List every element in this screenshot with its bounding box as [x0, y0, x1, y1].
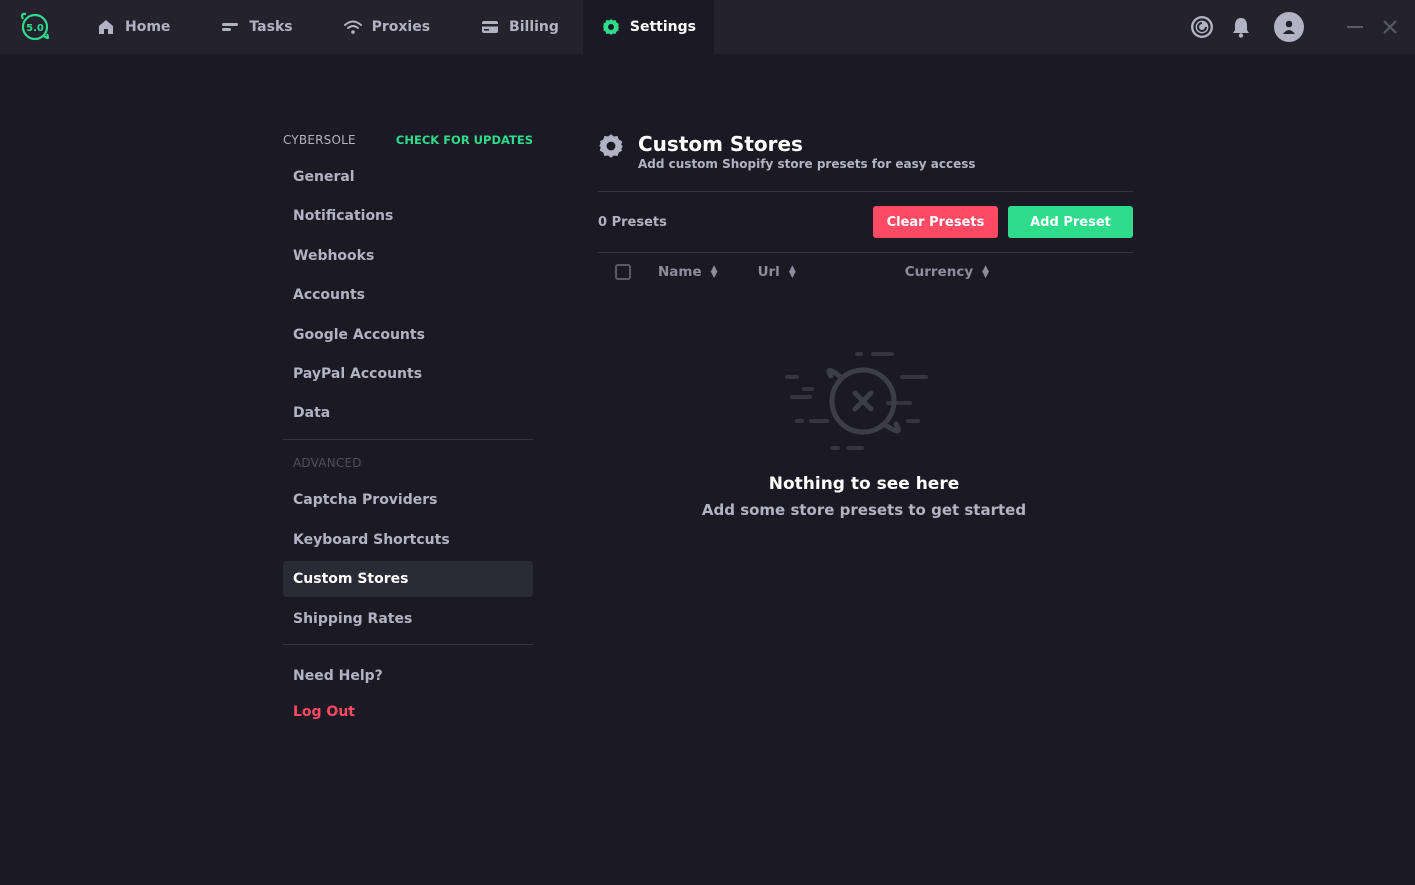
page-title: Custom Stores [638, 132, 803, 156]
sidebar-item-webhooks[interactable]: Webhooks [283, 238, 533, 274]
sidebar-item-notifications[interactable]: Notifications [283, 198, 533, 234]
sidebar-item-captcha-providers[interactable]: Captcha Providers [283, 482, 533, 518]
close-icon[interactable] [1381, 18, 1399, 36]
empty-planet-icon [785, 352, 928, 450]
select-all-checkbox[interactable] [615, 264, 631, 280]
nav-billing-label: Billing [509, 19, 559, 35]
settings-sidebar: CYBERSOLE CHECK FOR UPDATES General Noti… [283, 128, 533, 733]
sort-icon: ▲ ▼ [710, 264, 718, 280]
sidebar-item-keyboard-shortcuts[interactable]: Keyboard Shortcuts [283, 522, 533, 558]
column-label-url: Url [757, 264, 780, 280]
column-header-currency[interactable]: Currency ▲ ▼ [905, 264, 989, 280]
sidebar-divider [283, 439, 533, 441]
check-for-updates-link[interactable]: CHECK FOR UPDATES [396, 133, 533, 147]
logout-link[interactable]: Log Out [283, 694, 533, 730]
main-nav: Home Tasks Proxies Billing Settings [70, 0, 714, 54]
card-icon [482, 21, 499, 33]
column-label-currency: Currency [904, 264, 974, 280]
sidebar-item-google-accounts[interactable]: Google Accounts [283, 317, 533, 353]
section-title-cybersole: CYBERSOLE [283, 133, 356, 147]
gear-icon [602, 19, 619, 35]
presets-toolbar: 0 Presets Clear Presets Add Preset [598, 191, 1133, 253]
window-controls [1190, 0, 1415, 54]
sidebar-item-need-help[interactable]: Need Help? [283, 658, 533, 694]
sidebar-item-paypal-accounts[interactable]: PayPal Accounts [283, 356, 533, 392]
page-subtitle: Add custom Shopify store presets for eas… [638, 157, 976, 171]
app-logo[interactable]: 5.0 [0, 0, 70, 54]
sidebar-item-data[interactable]: Data [283, 395, 533, 431]
bell-icon[interactable] [1230, 15, 1252, 39]
top-bar: 5.0 Home Tasks Proxies Billing Settings [0, 0, 1415, 54]
add-preset-button[interactable]: Add Preset [1008, 206, 1133, 238]
nav-home[interactable]: Home [70, 0, 194, 54]
sidebar-list-general: General Notifications Webhooks Accounts … [283, 159, 533, 431]
section-title-advanced: ADVANCED [293, 456, 362, 471]
nav-billing[interactable]: Billing [454, 0, 583, 54]
nav-proxies[interactable]: Proxies [317, 0, 454, 54]
sort-icon: ▲ ▼ [788, 264, 796, 280]
panel-header-text: Custom Stores Add custom Shopify store p… [638, 128, 976, 171]
toolbar-buttons: Clear Presets Add Preset [873, 206, 1133, 238]
custom-stores-panel: Custom Stores Add custom Shopify store p… [598, 128, 1133, 519]
nav-proxies-label: Proxies [371, 19, 431, 35]
table-header: Name ▲ ▼ Url ▲ ▼ Currency ▲ ▼ [598, 253, 1133, 291]
sidebar-item-accounts[interactable]: Accounts [283, 277, 533, 313]
nav-home-label: Home [125, 19, 171, 35]
column-header-name[interactable]: Name ▲ ▼ [658, 264, 718, 280]
captcha-icon[interactable] [1190, 15, 1214, 39]
sidebar-list-advanced: Captcha Providers Keyboard Shortcuts Cus… [283, 482, 533, 636]
presets-count: 0 Presets [598, 214, 667, 230]
home-icon [99, 20, 113, 34]
cybersole-logo-icon: 5.0 [20, 12, 50, 41]
wifi-icon [343, 20, 362, 34]
gear-icon [599, 134, 623, 158]
sort-icon: ▲ ▼ [982, 264, 990, 280]
sidebar-section-header-advanced: ADVANCED [283, 451, 533, 475]
nav-tasks-label: Tasks [249, 19, 293, 35]
user-avatar-icon[interactable] [1274, 12, 1304, 42]
minimize-icon[interactable] [1346, 18, 1364, 36]
column-label-name: Name [658, 264, 702, 280]
sidebar-item-shipping-rates[interactable]: Shipping Rates [283, 601, 533, 637]
sidebar-divider [283, 643, 533, 645]
empty-state-subtitle: Add some store presets to get started [701, 501, 1027, 519]
sidebar-list-footer: Need Help? Log Out [283, 658, 533, 730]
sidebar-item-general[interactable]: General [283, 159, 533, 195]
sidebar-item-custom-stores[interactable]: Custom Stores [283, 561, 533, 598]
version-badge: 5.0 [26, 23, 44, 34]
tasks-icon [222, 23, 239, 31]
clear-presets-button[interactable]: Clear Presets [873, 206, 998, 238]
empty-state: Nothing to see here Add some store prese… [595, 346, 1133, 519]
column-header-url[interactable]: Url ▲ ▼ [758, 264, 796, 280]
nav-settings-label: Settings [629, 19, 696, 35]
panel-header: Custom Stores Add custom Shopify store p… [598, 128, 1133, 191]
empty-state-title: Nothing to see here [768, 474, 960, 494]
sidebar-section-header: CYBERSOLE CHECK FOR UPDATES [283, 128, 533, 152]
nav-tasks[interactable]: Tasks [194, 0, 316, 54]
nav-settings[interactable]: Settings [582, 0, 714, 54]
